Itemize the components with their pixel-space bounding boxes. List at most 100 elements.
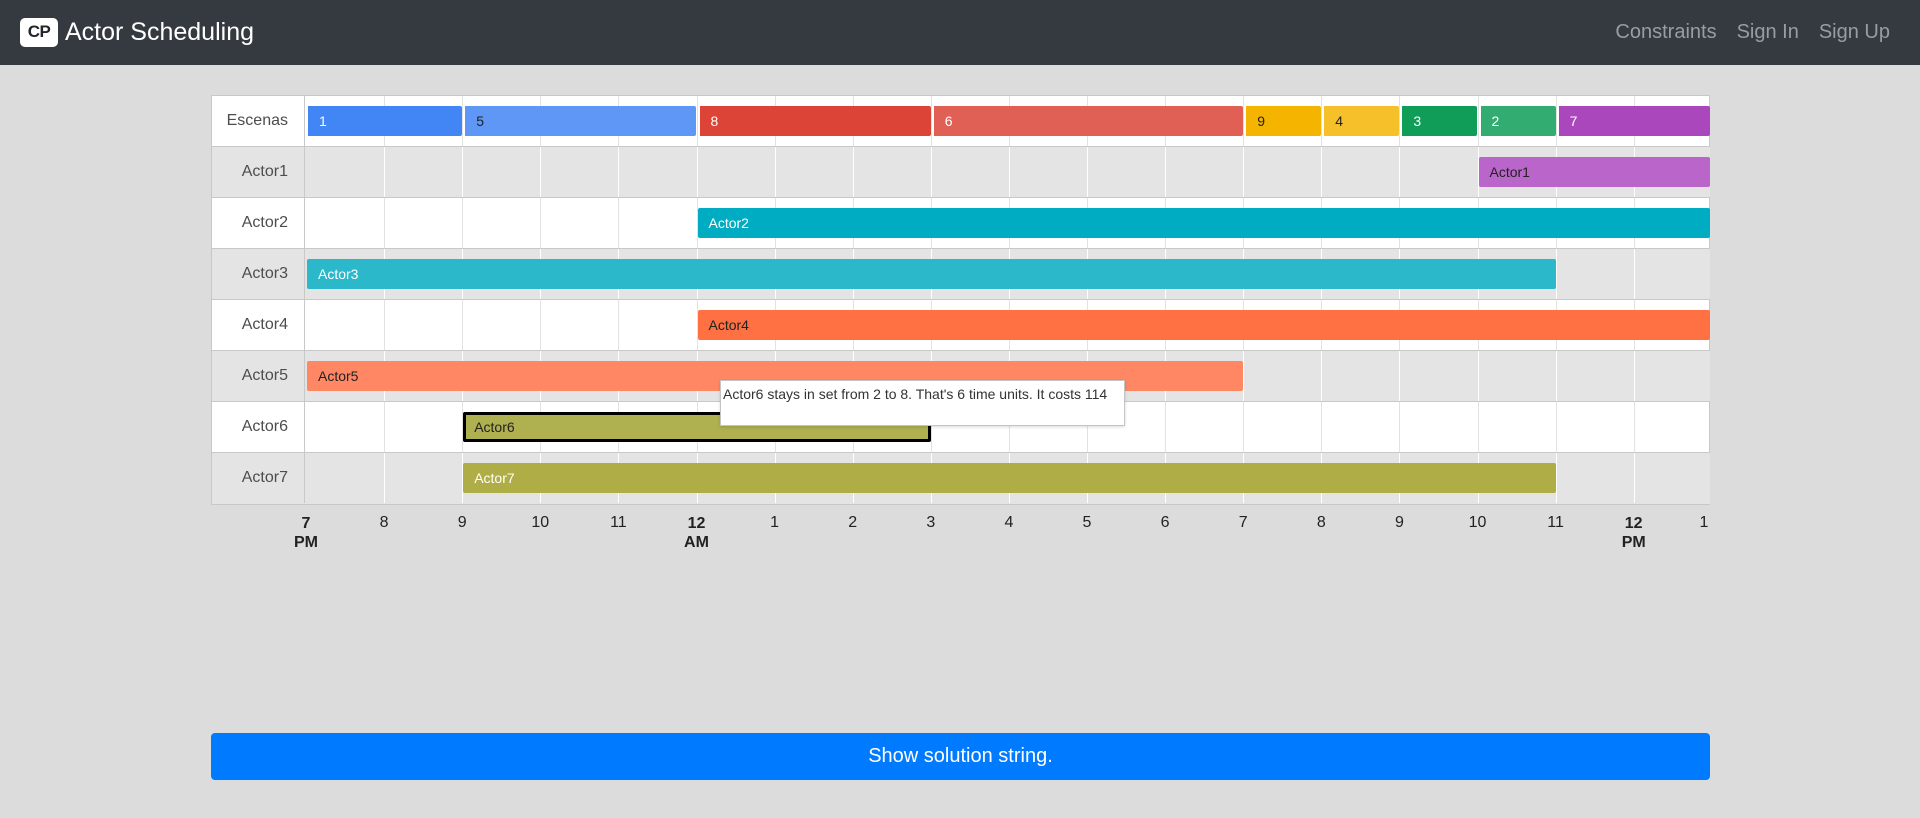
time-tick-label: 1 bbox=[1699, 514, 1709, 531]
row-label: Actor5 bbox=[212, 351, 305, 401]
time-tick-label: 9 bbox=[1394, 514, 1404, 531]
grid-line bbox=[1555, 351, 1557, 401]
grid-line bbox=[462, 198, 464, 248]
brand-link[interactable]: CP Actor Scheduling bbox=[20, 13, 254, 51]
grid-line bbox=[1165, 147, 1167, 197]
row-label: Actor4 bbox=[212, 300, 305, 350]
grid-line bbox=[1399, 147, 1401, 197]
scene-bar-3[interactable]: 3 bbox=[1400, 106, 1478, 136]
actor-bar-actor7[interactable]: Actor7 bbox=[463, 463, 1556, 493]
app-title: Actor Scheduling bbox=[65, 18, 255, 46]
grid-line bbox=[1633, 249, 1635, 299]
time-tick: 11 bbox=[1536, 514, 1576, 532]
time-tick: 1 bbox=[755, 514, 795, 532]
time-tick-label: 5 bbox=[1082, 514, 1092, 531]
time-tick: 3 bbox=[911, 514, 951, 532]
row-label: Actor7 bbox=[212, 453, 305, 503]
time-tick-label: 8 bbox=[379, 514, 389, 531]
grid-line bbox=[540, 198, 542, 248]
grid-line bbox=[384, 453, 386, 503]
row-label: Escenas bbox=[212, 96, 305, 146]
time-tick: 7 bbox=[1223, 514, 1263, 532]
time-tick-label: 9 bbox=[457, 514, 467, 531]
time-tick: 6 bbox=[1145, 514, 1185, 532]
nav-links: Constraints Sign In Sign Up bbox=[1595, 0, 1890, 65]
time-tick-label: 11 bbox=[610, 514, 627, 531]
cp-logo: CP bbox=[20, 17, 58, 47]
time-tick: 7 PM bbox=[286, 514, 326, 552]
time-tick: 12 AM bbox=[677, 514, 717, 552]
grid-line bbox=[1165, 402, 1167, 452]
time-tick: 2 bbox=[833, 514, 873, 532]
row-actor1: Actor1 Actor1 bbox=[212, 147, 1710, 198]
time-tick: 12 PM bbox=[1614, 514, 1654, 552]
time-tick: 9 bbox=[1379, 514, 1419, 532]
scene-bar-6[interactable]: 6 bbox=[931, 106, 1244, 136]
time-tick: 8 bbox=[1301, 514, 1341, 532]
grid-line bbox=[540, 147, 542, 197]
grid-line bbox=[618, 147, 620, 197]
scene-bar-2[interactable]: 2 bbox=[1478, 106, 1556, 136]
grid-line bbox=[1243, 402, 1245, 452]
scene-bar-4[interactable]: 4 bbox=[1322, 106, 1400, 136]
row-actor3: Actor3 Actor3 bbox=[212, 249, 1710, 300]
time-tick-label: 4 bbox=[1004, 514, 1014, 531]
time-tick-label: 1 bbox=[770, 514, 780, 531]
time-tick-label: 6 bbox=[1160, 514, 1170, 531]
grid-line bbox=[384, 147, 386, 197]
time-tick-label: 10 bbox=[1468, 514, 1487, 531]
row-label: Actor6 bbox=[212, 402, 305, 452]
time-tick: 10 bbox=[520, 514, 560, 532]
time-tick: 4 bbox=[989, 514, 1029, 532]
row-label: Actor2 bbox=[212, 198, 305, 248]
grid-line bbox=[384, 402, 386, 452]
scene-bar-5[interactable]: 5 bbox=[463, 106, 697, 136]
row-label: Actor1 bbox=[212, 147, 305, 197]
grid-line bbox=[1243, 147, 1245, 197]
scene-bar-1[interactable]: 1 bbox=[306, 106, 463, 136]
time-tick: 1 bbox=[1684, 514, 1724, 532]
time-tick: 8 bbox=[364, 514, 404, 532]
row-escenas: Escenas 1 5 8 6 9 4 3 2 7 bbox=[212, 96, 1710, 147]
scene-bar-8[interactable]: 8 bbox=[697, 106, 931, 136]
time-tick: 5 bbox=[1067, 514, 1107, 532]
grid-line bbox=[462, 147, 464, 197]
grid-line bbox=[774, 147, 776, 197]
actor-tooltip: Actor6 stays in set from 2 to 8. That's … bbox=[720, 380, 1125, 426]
time-tick-label: 3 bbox=[926, 514, 936, 531]
nav-sign-in-link[interactable]: Sign In bbox=[1737, 21, 1799, 44]
nav-constraints-link[interactable]: Constraints bbox=[1615, 21, 1716, 44]
time-tick-label: 10 bbox=[531, 514, 550, 531]
grid-line bbox=[1555, 249, 1557, 299]
grid-line bbox=[1633, 402, 1635, 452]
time-tick-label: 11 bbox=[1547, 514, 1564, 531]
time-tick-label: 7 bbox=[1238, 514, 1248, 531]
scene-bar-7[interactable]: 7 bbox=[1556, 106, 1710, 136]
row-actor7: Actor7 Actor7 bbox=[212, 453, 1710, 504]
grid-line bbox=[540, 300, 542, 350]
actor-bar-actor3[interactable]: Actor3 bbox=[307, 259, 1556, 289]
show-solution-button[interactable]: Show solution string. bbox=[211, 733, 1710, 780]
grid-line bbox=[1633, 351, 1635, 401]
scene-bar-9[interactable]: 9 bbox=[1244, 106, 1322, 136]
grid-line bbox=[1321, 402, 1323, 452]
row-actor4: Actor4 Actor4 bbox=[212, 300, 1710, 351]
top-navbar: CP Actor Scheduling Constraints Sign In … bbox=[0, 0, 1920, 65]
grid-line bbox=[618, 198, 620, 248]
time-tick-label: 12 bbox=[1624, 515, 1643, 532]
grid-line bbox=[1399, 402, 1401, 452]
actor-bar-actor4[interactable]: Actor4 bbox=[697, 310, 1710, 340]
time-tick-period: PM bbox=[1621, 534, 1646, 551]
time-tick-label: 2 bbox=[848, 514, 858, 531]
actor-bar-actor1[interactable]: Actor1 bbox=[1478, 157, 1710, 187]
time-tick-label: 12 bbox=[687, 515, 706, 532]
grid-line bbox=[462, 300, 464, 350]
time-tick-label: 7 bbox=[301, 515, 311, 532]
nav-sign-up-link[interactable]: Sign Up bbox=[1819, 21, 1890, 44]
actor-bar-actor2[interactable]: Actor2 bbox=[697, 208, 1710, 238]
grid-line bbox=[1399, 351, 1401, 401]
time-tick: 9 bbox=[442, 514, 482, 532]
time-tick-label: 8 bbox=[1316, 514, 1326, 531]
grid-line bbox=[930, 147, 932, 197]
time-tick-period: AM bbox=[684, 534, 709, 551]
